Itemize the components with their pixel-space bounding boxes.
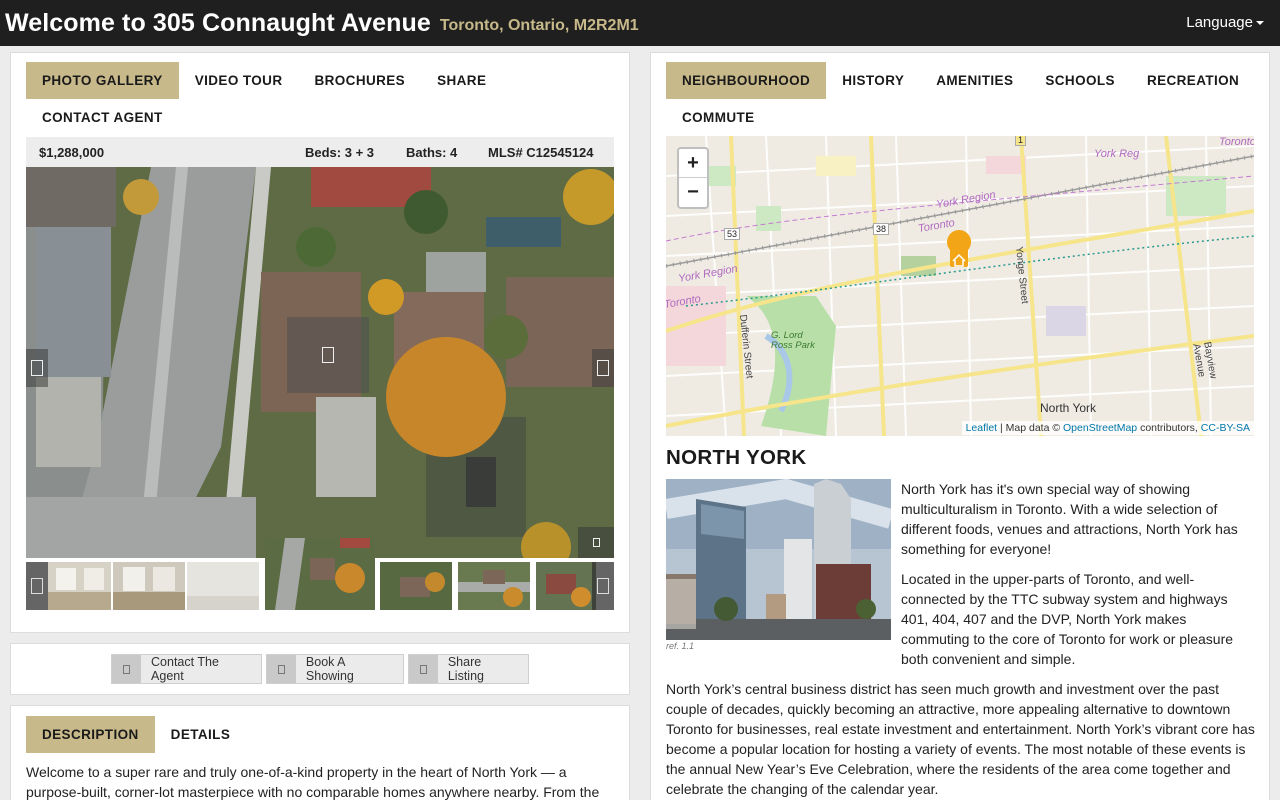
tab-schools[interactable]: SCHOOLS — [1029, 62, 1131, 99]
map-attribution: Leaflet | Map data © OpenStreetMap contr… — [961, 421, 1254, 435]
book-showing-button[interactable]: Book A Showing — [266, 654, 404, 684]
map-label-route-53: 53 — [724, 228, 741, 240]
top-bar: Welcome to 305 Connaught Avenue Toronto,… — [0, 0, 1280, 46]
share-listing-label: Share Listing — [447, 655, 484, 683]
zoom-in-button[interactable]: + — [679, 149, 707, 178]
fullscreen-icon — [592, 538, 600, 547]
thumbs-prev-button[interactable] — [26, 562, 48, 610]
thumbnail-image — [113, 562, 185, 610]
photo-prev-button[interactable] — [26, 349, 48, 387]
neighbourhood-paragraph-3: North York’s central business district h… — [666, 681, 1255, 797]
fullscreen-button[interactable] — [578, 527, 614, 558]
language-label: Language — [1186, 14, 1253, 31]
language-dropdown[interactable]: Language — [1186, 14, 1264, 31]
zoom-out-button[interactable]: − — [679, 178, 707, 207]
gallery-tabs: PHOTO GALLERY VIDEO TOUR BROCHURES SHARE… — [26, 62, 616, 136]
book-showing-label: Book A Showing — [305, 655, 354, 683]
tab-amenities[interactable]: AMENITIES — [920, 62, 1029, 99]
thumbnail-7[interactable] — [536, 562, 596, 610]
tab-contact-agent[interactable]: CONTACT AGENT — [26, 99, 179, 136]
tab-description[interactable]: DESCRIPTION — [26, 716, 155, 753]
expand-icon — [322, 347, 334, 363]
chevron-right-icon — [597, 360, 609, 376]
map-label-route-1: 1 — [1015, 136, 1027, 146]
calendar-icon — [267, 655, 296, 683]
tab-recreation[interactable]: RECREATION — [1131, 62, 1255, 99]
chevron-down-icon — [1256, 21, 1264, 26]
license-link[interactable]: CC-BY-SA — [1201, 422, 1250, 434]
contributors-text: contributors, — [1137, 422, 1201, 434]
page-location: Toronto, Ontario, M2R2M1 — [439, 16, 639, 34]
chevron-left-icon — [31, 360, 43, 376]
chevron-right-icon — [597, 578, 609, 594]
share-icon — [409, 655, 438, 683]
map-label-toronto: Toronto — [1219, 136, 1254, 148]
listing-baths: Baths: 4 — [406, 145, 458, 160]
listing-mls: MLS# C12545124 — [488, 145, 594, 160]
thumbnail-3[interactable] — [187, 562, 259, 610]
fullscreen-overlay-button[interactable] — [287, 317, 369, 393]
thumbnail-image — [458, 562, 530, 610]
city-skyline-image — [666, 479, 891, 640]
neighbourhood-paragraph-1: North York has it's own special way of s… — [901, 481, 1238, 557]
thumbnail-image — [48, 562, 111, 610]
leaflet-link[interactable]: Leaflet — [966, 422, 998, 434]
map-label-route-38: 38 — [873, 223, 890, 235]
neighbourhood-photo — [666, 479, 891, 640]
contact-agent-label: Contact The Agent — [151, 655, 219, 683]
neighbourhood-tabs: NEIGHBOURHOOD HISTORY AMENITIES SCHOOLS … — [666, 62, 1256, 136]
map-label-north-york: North York — [1040, 401, 1097, 415]
page-title: Welcome to 305 Connaught Avenue — [5, 8, 431, 37]
listing-price: $1,288,000 — [39, 145, 105, 160]
map-tiles — [666, 136, 1254, 436]
thumbnail-6[interactable] — [458, 562, 530, 610]
neighbourhood-paragraph-2: Located in the upper-parts of Toronto, a… — [901, 571, 1234, 667]
thumbnail-2[interactable] — [113, 562, 185, 610]
openstreetmap-link[interactable]: OpenStreetMap — [1063, 422, 1137, 434]
tab-share[interactable]: SHARE — [421, 62, 502, 99]
neighbourhood-title: NORTH YORK — [666, 446, 807, 469]
thumbs-next-button[interactable] — [592, 562, 614, 610]
description-text: Welcome to a super rare and truly one-of… — [26, 764, 600, 800]
listing-beds: Beds: 3 + 3 — [305, 145, 375, 160]
thumbnail-image — [187, 562, 259, 610]
thumbnail-image — [265, 538, 375, 610]
chevron-left-icon — [31, 578, 43, 594]
contact-agent-button[interactable]: Contact The Agent — [111, 654, 262, 684]
tab-neighbourhood[interactable]: NEIGHBOURHOOD — [666, 62, 827, 99]
tab-video-tour[interactable]: VIDEO TOUR — [179, 62, 299, 99]
map-data-text: | Map data © — [997, 422, 1064, 434]
thumbnail-image — [536, 562, 596, 610]
description-tabs: DESCRIPTION DETAILS — [26, 716, 246, 753]
map-label-york-region: York Reg — [1094, 148, 1140, 160]
tab-photo-gallery[interactable]: PHOTO GALLERY — [26, 62, 179, 99]
thumbnail-image — [380, 562, 452, 610]
map-label-park: G. Lord Ross Park — [771, 330, 815, 351]
tab-commute[interactable]: COMMUTE — [666, 99, 771, 136]
tab-details[interactable]: DETAILS — [155, 716, 247, 753]
listing-info-bar: $1,288,000 Beds: 3 + 3 Baths: 4 MLS# C12… — [26, 137, 614, 167]
share-listing-button[interactable]: Share Listing — [408, 654, 529, 684]
thumbnail-1[interactable] — [48, 562, 111, 610]
envelope-icon — [112, 655, 142, 683]
tab-brochures[interactable]: BROCHURES — [298, 62, 421, 99]
tab-history[interactable]: HISTORY — [826, 62, 920, 99]
thumbnail-5[interactable] — [380, 562, 452, 610]
image-reference: ref. 1.1 — [666, 641, 695, 651]
thumbnail-4-active[interactable] — [265, 538, 375, 610]
map-zoom-control: + − — [677, 147, 709, 209]
neighbourhood-map[interactable]: 1 York Reg Toronto York Region Toronto 5… — [666, 136, 1254, 436]
photo-next-button[interactable] — [592, 349, 614, 387]
